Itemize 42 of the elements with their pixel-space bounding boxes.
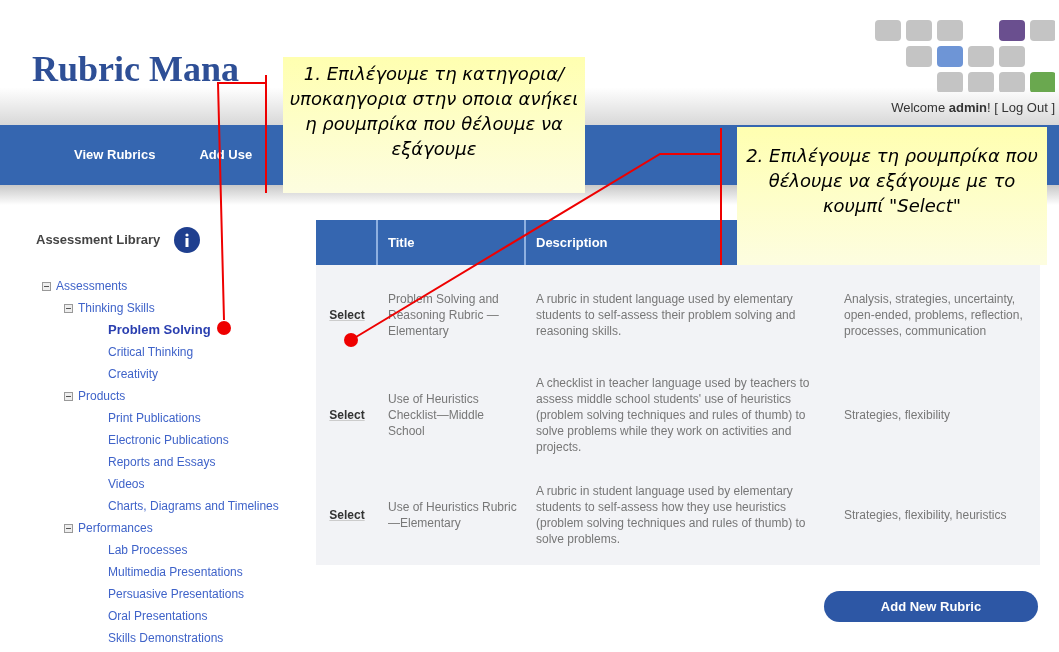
tree-item[interactable]: Lab Processes <box>108 541 188 559</box>
table-cell: Analysis, strategies, uncertainty, open-ended, problems, reflection, processes, communication <box>844 292 1023 338</box>
select-link[interactable]: Select <box>329 407 365 423</box>
tree-item[interactable]: Skills Demonstrations <box>108 629 224 647</box>
tree-item[interactable]: Performances <box>78 519 153 537</box>
table-cell: Strategies, flexibility <box>844 408 951 422</box>
tree-item[interactable]: Products <box>78 387 126 405</box>
annotation-callout: 1. Επιλέγουμε τη κατηγορια/υποκαηγορια στην οποια ανήκει η ρουμπρίκα που θέλουμε να εξάγουμε <box>283 57 585 193</box>
section-title: Assessment Library <box>36 231 161 250</box>
table-cell: A rubric in student language used by elementary students to self-assess how they use heuristics (problem solving techniques and rules of thumb) to solve problems. <box>536 484 806 546</box>
tree-item[interactable]: Oral Presentations <box>108 607 208 625</box>
tree-item[interactable]: Critical Thinking <box>108 343 194 361</box>
collapse-icon[interactable] <box>42 281 51 291</box>
table-cell: A checklist in teacher language used by teachers to assess middle school students' use of heuristics (problem solving techniques and rules of thumb) to solve problems while they work on activities and projects. <box>536 376 810 454</box>
tree-item[interactable]: Multimedia Presentations <box>108 563 243 581</box>
select-link[interactable]: Select <box>329 307 365 323</box>
nav-link[interactable]: View Rubrics <box>74 145 156 165</box>
tree-item[interactable]: Charts, Diagrams and Timelines <box>108 497 279 515</box>
tree-item[interactable]: Thinking Skills <box>78 299 155 317</box>
table-cell: A rubric in student language used by elementary students to self-assess their problem solving and reasoning skills. <box>536 292 796 338</box>
table-cell: Use of Heuristics Rubric —Elementary <box>388 500 517 530</box>
app-title: Rubric Mana <box>32 48 239 91</box>
tree-item[interactable]: Persuasive Presentations <box>108 585 245 603</box>
tree-item[interactable]: Videos <box>108 475 145 493</box>
collapse-icon[interactable] <box>64 391 73 401</box>
annotation-callout: 2. Επιλέγουμε τη ρουμπρίκα που θέλουμε να εξάγουμε με το κουμπί "Select" <box>737 127 1047 265</box>
info-icon[interactable] <box>174 227 201 253</box>
tree-item[interactable]: Assessments <box>56 277 128 295</box>
column-header: Description <box>536 233 608 252</box>
collapse-icon[interactable] <box>64 523 73 533</box>
add-rubric-button[interactable]: Add New Rubric <box>824 591 1038 622</box>
select-link[interactable]: Select <box>329 507 365 523</box>
tree-item[interactable]: Creativity <box>108 365 158 383</box>
table-cell: Use of Heuristics Checklist—Middle School <box>388 392 485 438</box>
table-cell: Strategies, flexibility, heuristics <box>844 508 1007 522</box>
tree-item[interactable]: Reports and Essays <box>108 453 216 471</box>
tree-item[interactable]: Electronic Publications <box>108 431 229 449</box>
tree-item[interactable]: Print Publications <box>108 409 201 427</box>
welcome-text: Welcome admin! [ Log Out ] <box>891 99 1055 117</box>
column-header: Title <box>388 233 415 252</box>
collapse-icon[interactable] <box>64 303 73 313</box>
tree-item[interactable]: Problem Solving <box>108 320 211 340</box>
